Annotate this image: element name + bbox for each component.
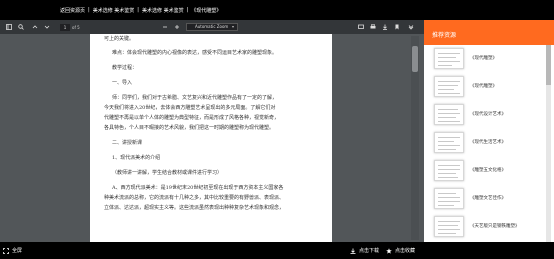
bottom-bar: 全屏 点击下载 点击收藏: [0, 242, 554, 259]
page-total: of 5: [72, 24, 80, 30]
download-icon[interactable]: [382, 24, 388, 30]
download-button[interactable]: 点击下载: [350, 247, 379, 254]
resource-item[interactable]: 《现代雕塑》: [430, 47, 544, 70]
resource-item-label: 《雕塑五文化格》: [470, 168, 506, 173]
pdf-viewer: 1 of 5 Automatic Zoom ▾ 可上的关键。 难点：体会现代雕塑…: [0, 20, 424, 242]
document-line: 代雕塑不再是以单个人体的雕塑为典型特征，而是形成了风格各种，视觉新奇，: [104, 115, 280, 121]
breadcrumb-subcategory-link[interactable]: 美术选修 美术鉴赏: [142, 7, 184, 14]
favorite-button[interactable]: 点击收藏: [386, 247, 415, 254]
resource-item-label: 《现代生活艺术》: [470, 140, 506, 145]
presentation-icon[interactable]: [358, 24, 364, 30]
document-thumbnail: [434, 132, 464, 153]
zoom-out-icon[interactable]: [162, 24, 168, 30]
document-thumbnail: [434, 76, 464, 97]
document-line: 难点：体会现代雕塑的内心视像的表达，感受不同运目艺术家的雕塑现象。: [112, 50, 278, 56]
document-line: 可上的关键。: [104, 36, 135, 42]
document-line: 师：同学们，我们对于古希腊、文艺复兴和近代雕塑作品有了一定的了解，: [112, 95, 278, 101]
recommended-scrollbar[interactable]: [546, 45, 551, 242]
recommended-list: 《现代雕塑》 《现代雕塑》 《现代设计艺术》 《现代生活艺术》 《雕塑五文化格》…: [424, 45, 554, 242]
viewer-scrollbar[interactable]: [411, 36, 419, 240]
resource-item[interactable]: 《雕塑文艺佳作》: [430, 187, 544, 210]
document-thumbnail: [434, 160, 464, 181]
document-line: 种美术流派的总称，它的流派有十几种之多，其中比较重要的有野兽派、表现派、: [104, 195, 285, 201]
resource-item-label: 《天艺版只是钢铁雕塑》: [470, 224, 520, 229]
star-icon: [386, 247, 392, 254]
document-thumbnail: [434, 216, 464, 237]
fullscreen-label: 全屏: [12, 248, 23, 254]
breadcrumb-separator: |: [88, 7, 90, 13]
resource-item[interactable]: 《现代雕塑》: [430, 75, 544, 98]
resource-item-label: 《雕塑文艺佳作》: [470, 196, 506, 201]
download-icon: [350, 248, 356, 254]
document-heading: 教学过程：: [112, 65, 138, 71]
zoom-select[interactable]: Automatic Zoom ▾: [186, 23, 238, 31]
app-root: 返回资源页 | 美术选修 美术鉴赏 | 美术选修 美术鉴赏 | 《现代雕塑》 1…: [0, 0, 554, 259]
resource-item[interactable]: 《雕塑五文化格》: [430, 159, 544, 182]
fullscreen-button[interactable]: 全屏: [3, 247, 22, 254]
document-line: （教师讲一讲解，学生结合教材或课件进行学习）: [112, 170, 223, 176]
recommended-panel: 推荐资源 《现代雕塑》 《现代雕塑》 《现代设计艺术》 《现代生活艺术》 《雕塑…: [424, 20, 554, 242]
zoom-in-icon[interactable]: [174, 24, 180, 30]
sidebar-toggle-icon[interactable]: [6, 24, 12, 30]
recommended-scrollbar-thumb[interactable]: [546, 45, 551, 85]
resource-item-label: 《现代雕塑》: [470, 84, 497, 89]
breadcrumb-back-link[interactable]: 返回资源页: [60, 7, 85, 14]
document-thumbnail: [434, 104, 464, 125]
document-page: 可上的关键。 难点：体会现代雕塑的内心视像的表达，感受不同运目艺术家的雕塑现象。…: [90, 34, 332, 242]
document-thumbnail: [434, 48, 464, 69]
breadcrumb-current: 《现代雕塑》: [191, 7, 222, 14]
chevron-down-icon: ▾: [231, 24, 234, 29]
document-thumbnail: [434, 188, 464, 209]
resource-item[interactable]: 《现代生活艺术》: [430, 131, 544, 154]
document-heading: 二、讲授新课: [112, 140, 143, 146]
favorite-label: 点击收藏: [395, 248, 416, 254]
document-line: 各具特色，个人目不暇接的艺术风貌，我们把这一时期的雕塑称为现代雕塑。: [104, 125, 275, 131]
download-label: 点击下载: [359, 248, 380, 254]
previous-page-icon[interactable]: [32, 24, 38, 30]
page-indicator: 1 of 5: [60, 23, 80, 31]
document-heading: 一、导入: [112, 80, 133, 86]
viewer-scrollbar-thumb[interactable]: [412, 46, 418, 72]
document-line: A、西方现代派美术：是19世纪末20世纪初至现在出现于西方资本主义国家各: [112, 185, 284, 191]
document-line: 今天我们将进入20世纪，去体会西方雕塑艺术呈现出的多元局面。了解它们对: [104, 105, 276, 111]
resource-item[interactable]: 《现代设计艺术》: [430, 103, 544, 126]
bookmark-icon[interactable]: [394, 24, 400, 30]
page-number-input[interactable]: 1: [60, 23, 70, 31]
document-heading: 1、现代派美术的介绍: [112, 155, 161, 161]
next-page-icon[interactable]: [44, 24, 50, 30]
breadcrumb-separator: |: [186, 7, 189, 13]
print-icon[interactable]: [370, 24, 376, 30]
breadcrumb-separator: |: [137, 7, 139, 13]
viewer-toolbar: 1 of 5 Automatic Zoom ▾: [0, 20, 424, 34]
resource-item-label: 《现代设计艺术》: [470, 112, 506, 117]
breadcrumb: 返回资源页 | 美术选修 美术鉴赏 | 美术选修 美术鉴赏 | 《现代雕塑》: [0, 0, 554, 20]
document-line: 立体派、达达派，超现实主义等。这些流派虽然表现出种种复杂艺术现象和观念，: [104, 205, 285, 211]
resource-item-label: 《现代雕塑》: [470, 56, 497, 61]
zoom-value: Automatic Zoom: [195, 24, 229, 29]
recommended-title: 推荐资源: [432, 32, 457, 39]
tools-menu-icon[interactable]: [408, 24, 414, 30]
resource-item[interactable]: 《天艺版只是钢铁雕塑》: [430, 215, 544, 238]
fullscreen-icon: [3, 247, 9, 254]
breadcrumb-category-link[interactable]: 美术选修 美术鉴赏: [93, 7, 135, 14]
search-icon[interactable]: [18, 24, 24, 30]
